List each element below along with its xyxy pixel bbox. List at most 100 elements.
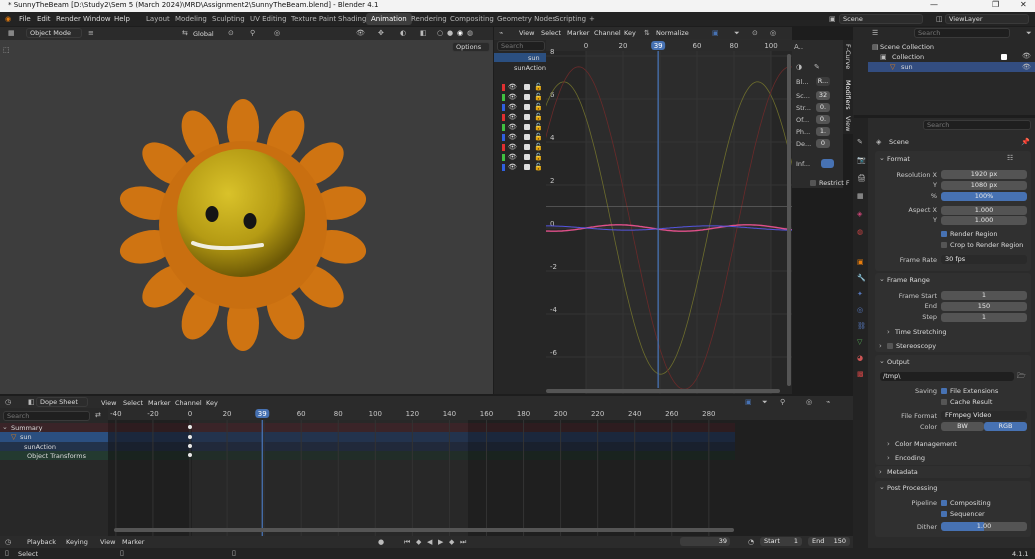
stereoscopy-checkbox[interactable] bbox=[887, 343, 893, 349]
jump-start-icon[interactable]: ⏮ bbox=[404, 538, 410, 546]
sequencer-checkbox[interactable] bbox=[941, 511, 947, 517]
shading-rendered-icon[interactable]: ◍ bbox=[467, 29, 473, 37]
fcurve-lock-icon[interactable]: 🔓 bbox=[534, 153, 543, 161]
3d-viewport[interactable] bbox=[0, 27, 493, 394]
collection-eye-icon[interactable]: 👁 bbox=[1022, 52, 1031, 60]
mode-selector[interactable]: Object Mode bbox=[26, 28, 82, 38]
dope-filter-icon[interactable]: ⏷ bbox=[762, 398, 768, 406]
blend-value[interactable]: R... bbox=[816, 77, 830, 86]
menu-render[interactable]: Render bbox=[56, 15, 81, 23]
tab-modeling[interactable]: Modeling bbox=[170, 13, 212, 25]
auto-key-icon[interactable]: ● bbox=[378, 538, 384, 546]
fcurve-lock-icon[interactable]: 🔓 bbox=[534, 113, 543, 121]
outliner-row-sun[interactable]: ▽ sun 👁 bbox=[868, 62, 1035, 72]
fcurve-eye-icon[interactable]: 👁 bbox=[508, 103, 517, 111]
timeline-menu-view[interactable]: View bbox=[100, 538, 115, 546]
fcurve-lock-icon[interactable]: 🔓 bbox=[534, 103, 543, 111]
dope-interpolation-icon[interactable]: ⌁ bbox=[826, 398, 830, 406]
scene-collection-label[interactable]: Scene Collection bbox=[880, 43, 934, 51]
play-reverse-icon[interactable]: ◀ bbox=[427, 538, 432, 546]
modifier-tab-icon[interactable]: 🔧 bbox=[857, 274, 866, 282]
encoding-label[interactable]: Encoding bbox=[895, 454, 925, 462]
encoding-expand-icon[interactable]: › bbox=[887, 454, 890, 462]
outliner-funnel-icon[interactable]: ⏷ bbox=[1026, 29, 1032, 37]
fcurve-checkbox[interactable] bbox=[524, 94, 530, 100]
graph-menu-channel[interactable]: Channel bbox=[594, 29, 621, 37]
fcurve-lock-icon[interactable]: 🔓 bbox=[534, 93, 543, 101]
particles-tab-icon[interactable]: ✦ bbox=[857, 290, 863, 298]
aspect-x-field[interactable]: 1.000 bbox=[941, 206, 1027, 215]
shading-wire-icon[interactable]: ○ bbox=[437, 29, 443, 37]
strength-value[interactable]: 0. bbox=[816, 103, 830, 112]
metadata-label[interactable]: Metadata bbox=[887, 468, 918, 476]
summary-collapse-icon[interactable]: ⌄ bbox=[2, 423, 8, 431]
dope-sheet-mode-dropdown[interactable]: Dope Sheet bbox=[36, 397, 88, 407]
tab-uv-editing[interactable]: UV Editing bbox=[245, 13, 292, 25]
render-region-checkbox[interactable] bbox=[941, 231, 947, 237]
collection-label[interactable]: Collection bbox=[892, 53, 924, 61]
material-tab-icon[interactable]: ◕ bbox=[857, 354, 863, 362]
fcurve-eye-icon[interactable]: 👁 bbox=[508, 133, 517, 141]
editor-type-icon[interactable]: ▦ bbox=[8, 29, 15, 37]
dope-sheet-keyframe-area[interactable]: -40-200204060801001201401601802002202402… bbox=[108, 408, 853, 536]
current-frame-field[interactable]: 39 bbox=[680, 537, 730, 546]
menu-window[interactable]: Window bbox=[83, 15, 111, 23]
proportional-edit-icon[interactable]: ◎ bbox=[274, 29, 280, 37]
tab-modifiers[interactable]: Modifiers bbox=[844, 80, 852, 110]
frame-step-field[interactable]: 1 bbox=[941, 313, 1027, 322]
shading-solid-icon[interactable]: ● bbox=[447, 29, 453, 37]
time-stretching-expand-icon[interactable]: › bbox=[887, 328, 890, 336]
fcurve-channel-row[interactable]: 👁 🔓 bbox=[494, 153, 546, 162]
fcurve-channel-row[interactable]: 👁 🔓 bbox=[494, 143, 546, 152]
select-icon[interactable]: ▣ bbox=[712, 29, 719, 37]
scale-value[interactable]: 32 bbox=[816, 91, 830, 100]
preview-range-icon[interactable]: ◔ bbox=[748, 538, 754, 546]
dope-select-icon[interactable]: ▣ bbox=[745, 398, 752, 406]
tool-tab-icon[interactable]: ✎ bbox=[857, 138, 863, 146]
frame-range-title[interactable]: Frame Range bbox=[887, 276, 930, 284]
fcurve-checkbox[interactable] bbox=[524, 154, 530, 160]
gizmo-icon[interactable]: ✥ bbox=[378, 29, 384, 37]
normalize-toggle[interactable]: Normalize bbox=[656, 29, 689, 37]
graph-menu-key[interactable]: Key bbox=[624, 29, 636, 37]
outliner-search-input[interactable]: Search bbox=[914, 28, 1010, 38]
fcurve-checkbox[interactable] bbox=[524, 134, 530, 140]
next-key-icon[interactable]: ◆ bbox=[449, 538, 454, 546]
transform-orientation[interactable]: Global bbox=[193, 30, 214, 38]
format-presets-icon[interactable]: ☷ bbox=[1007, 154, 1013, 162]
shading-material-icon[interactable]: ◉ bbox=[457, 29, 463, 37]
channel-sun[interactable]: sun bbox=[494, 53, 546, 62]
format-title[interactable]: Format bbox=[887, 155, 910, 163]
influence-value[interactable] bbox=[821, 159, 834, 168]
dope-row-summary[interactable]: ⌄ Summary bbox=[0, 423, 108, 432]
dope-sheet[interactable]: ◷ ◧ Dope Sheet View Select Marker Channe… bbox=[0, 396, 853, 536]
dope-sheet-editor-icon[interactable]: ◷ bbox=[5, 398, 11, 406]
output-tab-icon[interactable]: 🖨 bbox=[857, 174, 866, 182]
view-layer-selector[interactable]: ViewLayer bbox=[945, 14, 1029, 24]
pivot-icon[interactable]: ⊙ bbox=[228, 29, 234, 37]
fcurve-channel-row[interactable]: 👁 🔓 bbox=[494, 163, 546, 172]
view-layer-tab-icon[interactable]: ▦ bbox=[857, 192, 864, 200]
dope-proportional-icon[interactable]: ◎ bbox=[806, 398, 812, 406]
color-bw-button[interactable]: BW bbox=[941, 422, 984, 431]
pivot-point-icon[interactable]: ⊙ bbox=[752, 29, 758, 37]
timeline-menu-keying[interactable]: Keying bbox=[66, 538, 88, 546]
collection-checkbox[interactable] bbox=[1001, 54, 1007, 60]
timeline-editor-icon[interactable]: ◷ bbox=[5, 538, 11, 546]
color-rgb-button[interactable]: RGB bbox=[984, 422, 1027, 431]
fcurve-channel-row[interactable]: 👁 🔓 bbox=[494, 93, 546, 102]
cache-result-checkbox[interactable] bbox=[941, 399, 947, 405]
fcurve-checkbox[interactable] bbox=[524, 114, 530, 120]
phase-value[interactable]: 1. bbox=[816, 127, 830, 136]
hamburger-icon[interactable]: ≡ bbox=[88, 29, 94, 37]
add-workspace-button[interactable]: + bbox=[584, 13, 600, 25]
dope-menu-view[interactable]: View bbox=[101, 399, 116, 407]
fcurve-checkbox[interactable] bbox=[524, 164, 530, 170]
fcurve-channel-row[interactable]: 👁 🔓 bbox=[494, 123, 546, 132]
file-extensions-checkbox[interactable] bbox=[941, 388, 947, 394]
folder-icon[interactable]: 🗁 bbox=[1017, 372, 1026, 380]
fcurve-channel-row[interactable]: 👁 🔓 bbox=[494, 83, 546, 92]
tab-animation[interactable]: Animation bbox=[366, 13, 412, 25]
resolution-percent-field[interactable]: 100% bbox=[941, 192, 1027, 201]
frame-range-collapse-icon[interactable]: ⌄ bbox=[879, 275, 885, 283]
